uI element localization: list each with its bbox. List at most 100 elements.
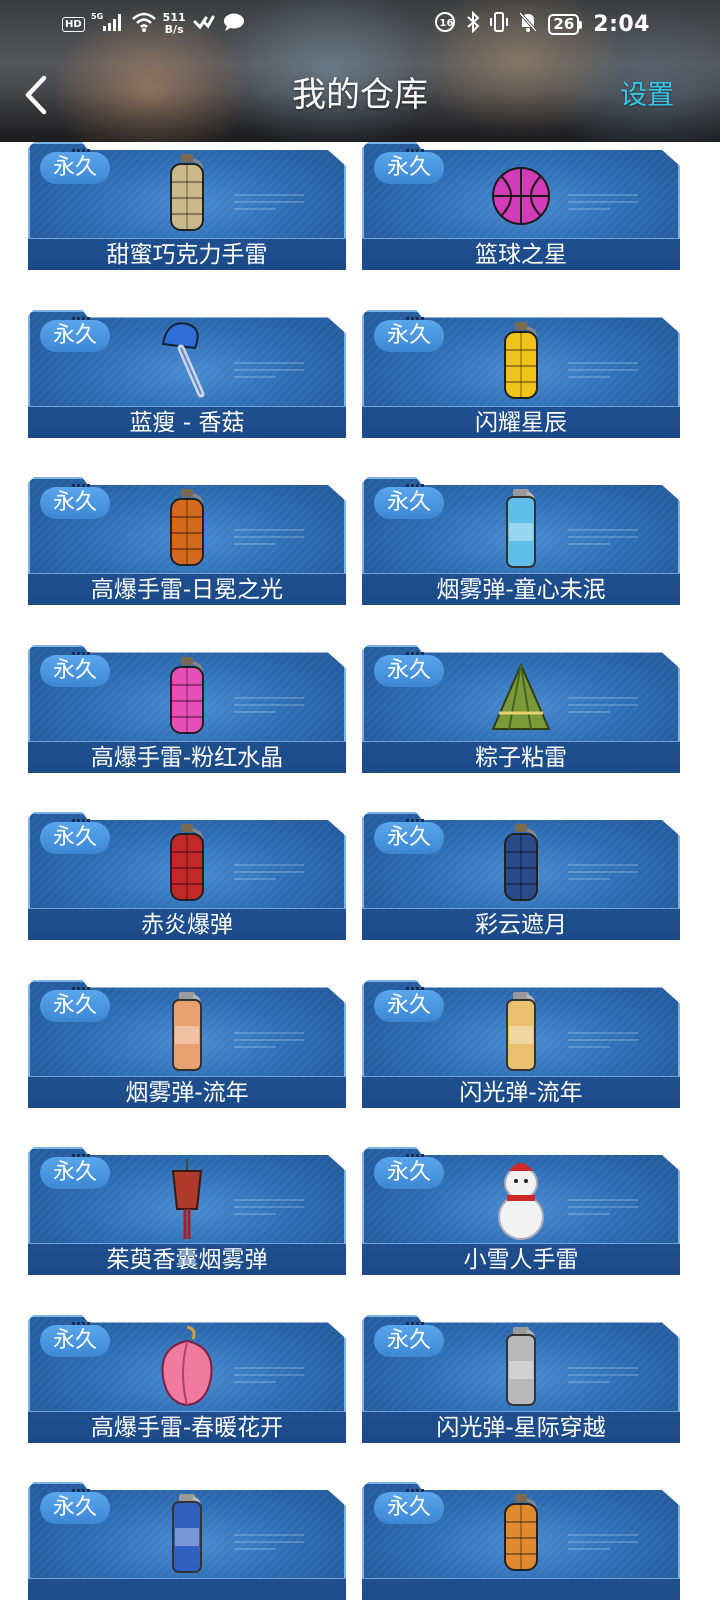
item-name: 闪耀星辰 — [362, 405, 680, 438]
header: HD 5G 511 B/s 16 26 2:04 我的仓库 设置 — [0, 0, 720, 142]
canister-icon — [491, 1325, 551, 1409]
card-watermark-lines — [568, 1199, 638, 1217]
duration-tag: 永久 — [374, 1492, 444, 1524]
speed-unit: B/s — [164, 23, 184, 36]
duration-tag: 永久 — [374, 822, 444, 854]
item-card[interactable]: 永久 — [28, 1482, 346, 1600]
item-card[interactable]: 永久 赤炎爆弹 — [28, 812, 346, 940]
message-icon — [222, 12, 246, 36]
item-card[interactable]: 永久 闪耀星辰 — [362, 309, 680, 438]
duration-tag: 永久 — [374, 487, 444, 519]
card-watermark-lines — [234, 864, 304, 882]
sachet-icon — [157, 1157, 217, 1241]
item-name: 闪光弹-星际穿越 — [362, 1410, 680, 1443]
app-screen: 永久 甜蜜巧克力手雷 永久 篮球之星 永久 蓝瘦 - 香菇 永久 闪耀星辰 永久… — [0, 0, 720, 1600]
item-card[interactable]: 永久 高爆手雷-粉红水晶 — [28, 644, 346, 773]
grenade-icon — [491, 1492, 551, 1576]
page-title: 我的仓库 — [292, 75, 428, 115]
hotspot-icon: 16 — [434, 11, 456, 37]
battery-indicator: 26 — [548, 13, 583, 35]
card-watermark-lines — [568, 529, 638, 547]
card-watermark-lines — [568, 361, 638, 380]
settings-button[interactable]: 设置 — [620, 76, 674, 116]
item-name: 高爆手雷-春暖花开 — [28, 1410, 346, 1443]
item-name: 篮球之星 — [362, 238, 680, 270]
zongzi-icon — [491, 655, 551, 739]
card-watermark-lines — [234, 1366, 304, 1385]
card-watermark-lines — [234, 194, 304, 212]
item-card[interactable]: 永久 闪光弹-流年 — [362, 979, 680, 1108]
duration-tag: 永久 — [374, 989, 444, 1022]
duration-tag: 永久 — [40, 319, 110, 352]
item-card[interactable]: 永久 彩云遮月 — [362, 812, 680, 940]
item-card[interactable]: 永久 茱萸香囊烟雾弹 — [28, 1147, 346, 1275]
card-watermark-lines — [568, 194, 638, 212]
duration-tag: 永久 — [40, 487, 110, 519]
duration-tag: 永久 — [40, 1492, 110, 1524]
duration-tag: 永久 — [374, 1324, 444, 1357]
item-grid: 永久 甜蜜巧克力手雷 永久 篮球之星 永久 蓝瘦 - 香菇 永久 闪耀星辰 永久… — [0, 0, 720, 1600]
grenade-icon — [157, 822, 217, 906]
item-card[interactable]: 永久 粽子粘雷 — [362, 644, 680, 773]
grenade-icon — [157, 487, 217, 571]
item-name: 烟雾弹-流年 — [28, 1075, 346, 1108]
canister-icon — [157, 1492, 217, 1576]
item-card[interactable]: 永久 甜蜜巧克力手雷 — [28, 142, 346, 270]
item-name: 甜蜜巧克力手雷 — [28, 238, 346, 270]
item-card[interactable]: 永久 小雪人手雷 — [362, 1147, 680, 1275]
item-card[interactable]: 永久 蓝瘦 - 香菇 — [28, 309, 346, 438]
item-card[interactable]: 永久 — [362, 1482, 680, 1600]
card-watermark-lines — [568, 864, 638, 882]
duration-tag: 永久 — [40, 152, 110, 184]
bluetooth-icon — [466, 10, 480, 37]
card-watermark-lines — [568, 1534, 638, 1552]
item-name — [28, 1578, 346, 1600]
grenade-icon — [491, 320, 551, 404]
card-watermark-lines — [568, 696, 638, 715]
duration-tag: 永久 — [40, 822, 110, 854]
card-watermark-lines — [234, 1199, 304, 1217]
item-name: 蓝瘦 - 香菇 — [28, 405, 346, 438]
duration-tag: 永久 — [40, 654, 110, 687]
peach-icon — [157, 1325, 217, 1409]
mushroom-icon — [157, 320, 217, 404]
duration-tag: 永久 — [374, 654, 444, 687]
item-card[interactable]: 永久 烟雾弹-童心未泯 — [362, 477, 680, 605]
card-watermark-lines — [234, 696, 304, 715]
svg-text:16: 16 — [440, 18, 454, 29]
item-card[interactable]: 永久 烟雾弹-流年 — [28, 979, 346, 1108]
item-name: 高爆手雷-粉红水晶 — [28, 740, 346, 773]
item-name: 烟雾弹-童心未泯 — [362, 573, 680, 605]
network-speed: 511 B/s — [163, 12, 186, 36]
item-card[interactable]: 永久 篮球之星 — [362, 142, 680, 270]
item-card[interactable]: 永久 高爆手雷-日冕之光 — [28, 477, 346, 605]
duration-tag: 永久 — [40, 1324, 110, 1357]
item-name: 茱萸香囊烟雾弹 — [28, 1243, 346, 1275]
card-watermark-lines — [568, 1366, 638, 1385]
snowman-icon — [491, 1157, 551, 1241]
hd-badge: HD — [62, 16, 85, 32]
item-card[interactable]: 永久 高爆手雷-春暖花开 — [28, 1314, 346, 1443]
basketball-icon — [491, 152, 551, 236]
canister-icon — [491, 990, 551, 1074]
wifi-icon — [131, 11, 157, 37]
item-name — [362, 1578, 680, 1600]
duration-tag: 永久 — [40, 1157, 110, 1189]
vibrate-icon — [490, 11, 509, 37]
item-name: 高爆手雷-日冕之光 — [28, 573, 346, 605]
signal-icon: 5G — [91, 11, 125, 37]
card-watermark-lines — [568, 1031, 638, 1050]
grenade-icon — [491, 822, 551, 906]
item-name: 赤炎爆弹 — [28, 908, 346, 940]
duration-tag: 永久 — [40, 989, 110, 1022]
network-type: 5G — [91, 12, 103, 21]
item-card[interactable]: 永久 闪光弹-星际穿越 — [362, 1314, 680, 1443]
grenade-icon — [157, 655, 217, 739]
item-name: 彩云遮月 — [362, 908, 680, 940]
grenade-icon — [157, 152, 217, 236]
nav-bar: 我的仓库 设置 — [0, 48, 720, 142]
clock: 2:04 — [593, 11, 650, 37]
duration-tag: 永久 — [374, 152, 444, 184]
canister-icon — [157, 990, 217, 1074]
status-bar: HD 5G 511 B/s 16 26 2:04 — [0, 0, 720, 48]
